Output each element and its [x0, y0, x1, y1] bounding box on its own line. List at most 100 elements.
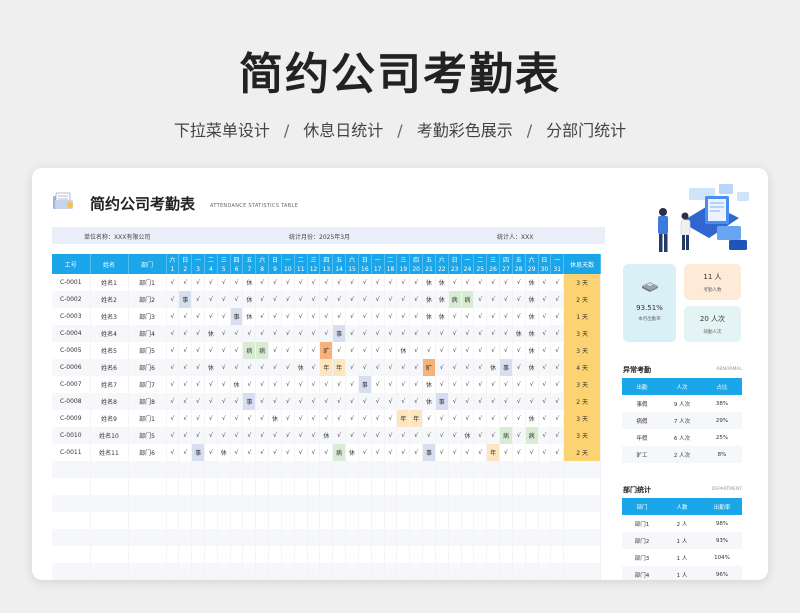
attendance-cell[interactable]: √ [166, 427, 180, 444]
attendance-cell[interactable]: 休 [217, 444, 231, 461]
attendance-cell[interactable]: 事 [242, 393, 257, 410]
attendance-cell[interactable]: √ [384, 359, 398, 376]
attendance-cell[interactable]: √ [358, 393, 372, 410]
attendance-cell[interactable]: √ [255, 393, 270, 410]
attendance-cell[interactable]: √ [384, 410, 398, 427]
attendance-cell[interactable]: √ [332, 410, 347, 427]
attendance-cell[interactable]: √ [550, 359, 565, 376]
attendance-cell[interactable]: √ [396, 308, 411, 325]
attendance-cell[interactable]: √ [486, 342, 501, 359]
attendance-cell[interactable]: √ [255, 308, 270, 325]
attendance-cell[interactable]: √ [255, 444, 270, 461]
attendance-cell[interactable]: 休 [242, 308, 257, 325]
attendance-cell[interactable]: √ [486, 376, 501, 393]
attendance-cell[interactable]: √ [294, 291, 308, 308]
attendance-cell[interactable]: √ [345, 342, 359, 359]
attendance-cell[interactable]: √ [371, 291, 385, 308]
attendance-cell[interactable]: √ [178, 325, 193, 342]
attendance-cell[interactable]: √ [166, 376, 180, 393]
attendance-cell[interactable]: √ [332, 274, 347, 291]
attendance-cell[interactable]: 事 [435, 393, 449, 410]
attendance-cell[interactable]: √ [294, 308, 308, 325]
attendance-cell[interactable]: √ [345, 325, 359, 342]
attendance-cell[interactable]: √ [512, 342, 526, 359]
attendance-cell[interactable]: √ [281, 410, 295, 427]
attendance-cell[interactable]: √ [294, 444, 308, 461]
attendance-cell[interactable]: √ [461, 274, 475, 291]
attendance-cell[interactable]: √ [268, 274, 282, 291]
attendance-cell[interactable]: 休 [422, 291, 436, 308]
attendance-cell[interactable]: √ [204, 342, 218, 359]
attendance-cell[interactable]: √ [409, 359, 424, 376]
attendance-cell[interactable]: √ [255, 325, 270, 342]
attendance-cell[interactable]: 休 [435, 291, 449, 308]
attendance-cell[interactable]: √ [268, 291, 282, 308]
attendance-cell[interactable]: 休 [486, 359, 501, 376]
attendance-cell[interactable]: 病 [242, 342, 257, 359]
attendance-cell[interactable]: √ [332, 427, 347, 444]
attendance-cell[interactable]: √ [217, 274, 231, 291]
attendance-cell[interactable]: √ [230, 325, 244, 342]
attendance-cell[interactable]: √ [230, 427, 244, 444]
attendance-cell[interactable]: √ [473, 325, 488, 342]
attendance-cell[interactable]: √ [281, 274, 295, 291]
attendance-cell[interactable]: √ [268, 342, 282, 359]
attendance-cell[interactable]: √ [191, 393, 205, 410]
attendance-cell[interactable]: √ [255, 274, 270, 291]
attendance-cell[interactable]: √ [242, 427, 257, 444]
attendance-cell[interactable]: √ [396, 444, 411, 461]
attendance-cell[interactable]: √ [307, 393, 321, 410]
attendance-cell[interactable]: √ [384, 376, 398, 393]
attendance-cell[interactable]: √ [473, 308, 488, 325]
attendance-cell[interactable]: √ [294, 427, 308, 444]
attendance-cell[interactable]: √ [461, 342, 475, 359]
attendance-cell[interactable]: √ [307, 410, 321, 427]
attendance-cell[interactable]: √ [204, 308, 218, 325]
attendance-cell[interactable]: √ [396, 427, 411, 444]
attendance-cell[interactable]: √ [166, 291, 180, 308]
attendance-cell[interactable]: √ [268, 359, 282, 376]
attendance-cell[interactable]: √ [294, 325, 308, 342]
attendance-cell[interactable]: √ [473, 376, 488, 393]
attendance-cell[interactable]: √ [166, 342, 180, 359]
attendance-cell[interactable]: √ [191, 359, 205, 376]
attendance-cell[interactable]: √ [371, 359, 385, 376]
attendance-cell[interactable]: √ [358, 444, 372, 461]
attendance-cell[interactable]: √ [307, 274, 321, 291]
attendance-cell[interactable]: √ [448, 410, 462, 427]
attendance-cell[interactable]: √ [191, 274, 205, 291]
attendance-cell[interactable]: √ [550, 308, 565, 325]
attendance-cell[interactable]: √ [281, 444, 295, 461]
attendance-cell[interactable]: √ [345, 427, 359, 444]
attendance-cell[interactable]: √ [409, 393, 424, 410]
attendance-cell[interactable]: √ [178, 393, 193, 410]
attendance-cell[interactable]: √ [319, 291, 334, 308]
attendance-cell[interactable]: √ [396, 376, 411, 393]
attendance-cell[interactable]: √ [550, 444, 565, 461]
attendance-cell[interactable]: √ [409, 325, 424, 342]
attendance-cell[interactable]: √ [409, 427, 424, 444]
attendance-cell[interactable]: √ [461, 410, 475, 427]
attendance-cell[interactable]: 休 [525, 325, 539, 342]
attendance-cell[interactable]: √ [550, 274, 565, 291]
attendance-cell[interactable]: √ [268, 308, 282, 325]
attendance-cell[interactable]: 休 [294, 359, 308, 376]
attendance-cell[interactable]: √ [345, 274, 359, 291]
attendance-cell[interactable]: √ [512, 291, 526, 308]
attendance-cell[interactable]: √ [435, 444, 449, 461]
attendance-cell[interactable]: √ [396, 274, 411, 291]
attendance-cell[interactable]: √ [461, 393, 475, 410]
attendance-cell[interactable]: √ [384, 325, 398, 342]
attendance-cell[interactable]: √ [435, 376, 449, 393]
attendance-cell[interactable]: √ [461, 376, 475, 393]
statistics-month[interactable]: 统计月份：2025年3月 [289, 232, 350, 241]
attendance-cell[interactable]: 事 [191, 444, 205, 461]
attendance-cell[interactable]: √ [268, 376, 282, 393]
attendance-cell[interactable]: √ [268, 427, 282, 444]
attendance-cell[interactable]: √ [422, 325, 436, 342]
attendance-cell[interactable]: √ [550, 376, 565, 393]
attendance-cell[interactable]: √ [307, 342, 321, 359]
attendance-cell[interactable]: √ [538, 359, 552, 376]
attendance-cell[interactable]: √ [384, 308, 398, 325]
attendance-cell[interactable]: √ [230, 291, 244, 308]
